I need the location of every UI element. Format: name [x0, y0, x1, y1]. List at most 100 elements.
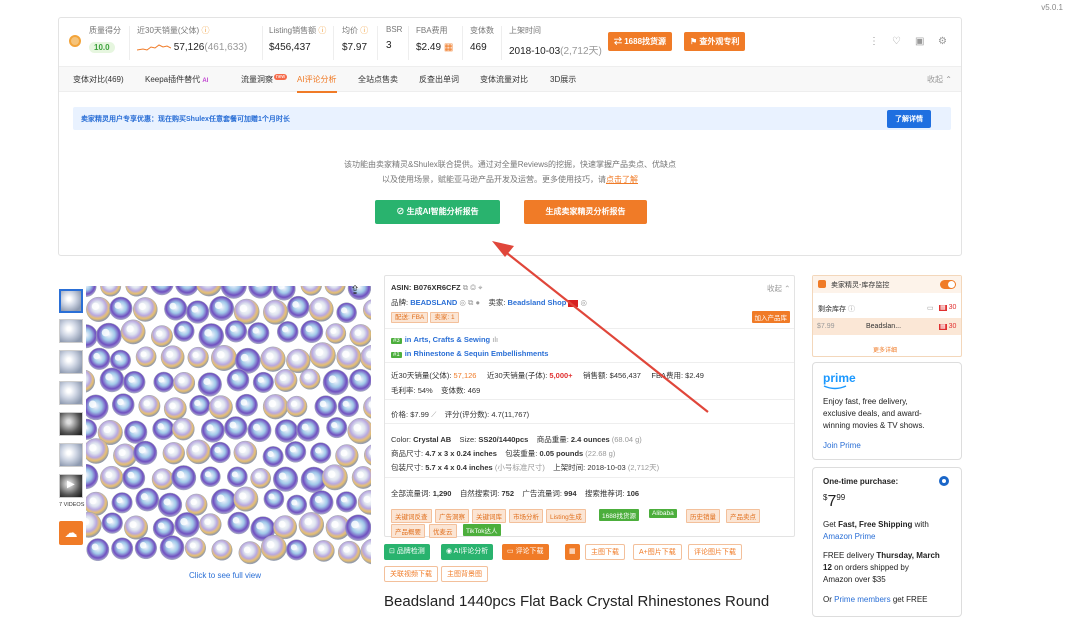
tag-keyword-library[interactable]: 关键词库 — [472, 509, 506, 523]
purchase-card: One-time purchase: $799 Get Fast, Free S… — [812, 467, 962, 617]
collapse-button[interactable]: 收起 ⌃ — [927, 74, 952, 85]
on-orders-text: on orders shipped by — [834, 563, 909, 572]
tag-alibaba[interactable]: Alibaba — [649, 509, 677, 518]
tag-summary[interactable]: 产品概要 — [391, 524, 425, 538]
ai-icon: ◉ — [446, 548, 454, 555]
asin-value[interactable]: B076XR6CFZ — [414, 283, 461, 292]
feature-tabs: 变体对比(469) Keepa插件替代 AI 流量洞察new AI评论分析 全站… — [59, 66, 961, 92]
check-icon: ⊡ — [389, 548, 397, 555]
tag-1688[interactable]: 1688找货源 — [599, 509, 639, 521]
brand-label: 品牌: — [391, 298, 408, 307]
stock-value-text: 30 — [949, 304, 957, 311]
copy-icon[interactable]: ⧉ ◎ ⌖ — [463, 283, 483, 292]
heart-icon[interactable]: ♡ — [892, 36, 901, 47]
learn-more-button[interactable]: 了解详情 — [887, 110, 931, 128]
fast-shipping-text: Fast, Free Shipping — [838, 520, 912, 529]
product-main-image[interactable] — [86, 286, 371, 566]
generate-ai-report-button[interactable]: ⊘ 生成AI智能分析报告 — [375, 200, 500, 224]
tag-sales-history[interactable]: 历史销量 — [686, 509, 720, 523]
prime-members-link[interactable]: Prime members — [834, 595, 890, 604]
review-image-download-button[interactable]: 评论图片下载 — [688, 544, 742, 560]
kw-ad-value: 994 — [564, 489, 577, 498]
rating-value: 4.7(11,767) — [491, 410, 529, 419]
monitor-toggle[interactable] — [940, 280, 956, 289]
bsr-stat: BSR 3 — [386, 25, 402, 51]
add-to-library-button[interactable]: 加入产品库 — [752, 311, 791, 323]
chart-icon[interactable]: ılı — [492, 335, 498, 344]
join-prime-link[interactable]: Join Prime — [823, 441, 861, 450]
share-icon[interactable]: ⇪ — [350, 283, 360, 297]
pkg-dim-value: 5.7 x 4 x 0.4 inches — [425, 463, 493, 472]
weight-value: 2.4 ounces — [571, 435, 610, 444]
calculator-icon[interactable]: ▦ — [444, 42, 453, 53]
check-patent-button[interactable]: ⚑ 查外观专利 — [684, 32, 745, 51]
tag-youmaiyun[interactable]: 优麦云 — [429, 524, 457, 538]
tag-tiktok[interactable]: TikTok达人 — [463, 524, 501, 536]
purchase-radio[interactable] — [939, 476, 949, 486]
price-fraction: 99 — [836, 493, 845, 502]
main-image-download-button[interactable]: 主图下载 — [585, 544, 625, 560]
main-image-background-button[interactable]: 主图背景图 — [441, 566, 488, 582]
rank-category-link[interactable]: Arts, Crafts & Sewing — [413, 335, 490, 344]
kw-all-value: 1,290 — [433, 489, 452, 498]
tab-label: AI评论分析 — [297, 75, 337, 84]
tag-keyword-reverse[interactable]: 关键词反查 — [391, 509, 432, 523]
video-icon[interactable]: ▣ — [915, 36, 924, 47]
product-thumbnail[interactable] — [59, 443, 83, 467]
brand-link[interactable]: BEADSLAND — [410, 298, 457, 307]
full-view-caption[interactable]: Click to see full view — [189, 571, 261, 580]
aplus-image-download-button[interactable]: A+图片下载 — [633, 544, 682, 560]
tab-keepa[interactable]: Keepa插件替代 AI — [145, 74, 208, 85]
product-thumbnail[interactable] — [59, 289, 83, 313]
tag-market-analysis[interactable]: 市场分析 — [509, 509, 543, 523]
ai-review-button[interactable]: ◉ AI评论分析 — [441, 544, 493, 560]
more-details-link[interactable]: 更多详细 — [873, 345, 897, 354]
tag-selling-points[interactable]: 产品卖点 — [726, 509, 760, 523]
upload-cloud-icon[interactable]: ☁ — [59, 521, 83, 545]
with-text: with — [915, 520, 929, 529]
link-icon: ⇄ — [614, 37, 624, 46]
prime-text-2: exclusive deals, and award- — [823, 409, 922, 418]
learn-link[interactable]: 点击了解 — [606, 175, 638, 184]
sellers-count-tag: 卖家: 1 — [430, 312, 458, 323]
video-download-button[interactable]: 关联视频下载 — [384, 566, 438, 582]
variants-label: 变体数 — [470, 26, 494, 35]
tab-variant-traffic[interactable]: 变体流量对比 — [480, 74, 528, 85]
tab-ai-review-analysis[interactable]: AI评论分析 — [297, 74, 337, 85]
tag-listing-gen[interactable]: Listing生成 — [546, 509, 586, 523]
color-label: Color: — [391, 435, 411, 444]
brand-check-button[interactable]: ⊡ 品牌检测 — [384, 544, 430, 560]
info-collapse-button[interactable]: 收起 ⌃ — [767, 283, 790, 294]
video-thumbnail[interactable]: ▶ — [59, 474, 83, 498]
color-row: Color: Crystal AB Size: SS20/1440pcs 商品重… — [391, 434, 642, 445]
tab-reverse-keywords[interactable]: 反查出单词 — [419, 74, 459, 85]
divider — [462, 26, 463, 60]
kw-organic-value: 752 — [502, 489, 515, 498]
find-1688-label: 1688找货源 — [624, 37, 666, 46]
product-thumbnail[interactable] — [59, 381, 83, 405]
calculator-icon[interactable]: ▦ — [565, 544, 580, 560]
china-flag-icon — [568, 300, 578, 307]
monitor-seller[interactable]: Beadslan... — [866, 323, 901, 330]
stock-label: 剩余库存 ⓘ — [818, 304, 855, 314]
amazon-prime-link[interactable]: Amazon Prime — [823, 532, 875, 541]
tab-global-sites[interactable]: 全站点售卖 — [358, 74, 398, 85]
chart-icon[interactable]: ⟋ — [431, 410, 436, 419]
generate-seller-report-button[interactable]: 生成卖家精灵分析报告 — [524, 200, 647, 224]
rank-category-link[interactable]: Rhinestone & Sequin Embellishments — [413, 349, 548, 358]
find-1688-source-button[interactable]: ⇄ 1688找货源 — [608, 32, 672, 51]
review-download-button[interactable]: ▭ 评论下载 — [502, 544, 549, 560]
seller-link[interactable]: Beadsland Shop — [508, 298, 567, 307]
product-thumbnail[interactable] — [59, 350, 83, 374]
tab-traffic-insight[interactable]: 流量洞察new — [241, 74, 287, 85]
tag-ad-insight[interactable]: 广告洞察 — [435, 509, 469, 523]
version-label: v5.0.1 — [1041, 3, 1063, 12]
product-thumbnail[interactable] — [59, 412, 83, 436]
rank-in: in — [405, 349, 412, 358]
tab-variant-compare[interactable]: 变体对比(469) — [73, 74, 124, 85]
settings-icon[interactable]: ⚙ — [938, 36, 947, 47]
more-icon[interactable]: ⋮ — [869, 36, 879, 47]
product-thumbnail[interactable] — [59, 319, 83, 343]
variants-value: 469 — [470, 42, 494, 53]
tab-3d[interactable]: 3D展示 — [550, 74, 576, 85]
